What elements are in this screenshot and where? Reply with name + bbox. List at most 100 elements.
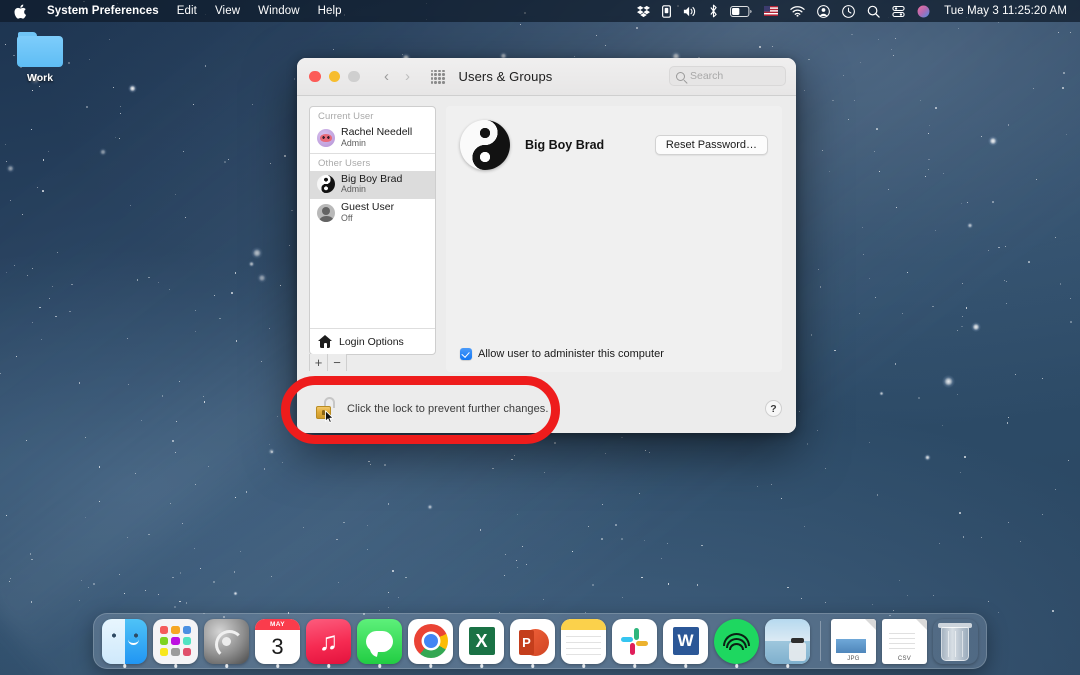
zoom-button[interactable] bbox=[348, 71, 360, 83]
dock-item-trash[interactable] bbox=[933, 619, 978, 664]
menu-item-window[interactable]: Window bbox=[249, 0, 309, 22]
word-icon: W bbox=[663, 619, 708, 664]
finder-icon bbox=[102, 619, 147, 664]
dock-item-slack[interactable] bbox=[612, 619, 657, 664]
desktop-item-label: Work bbox=[27, 72, 53, 84]
wifi-icon[interactable] bbox=[784, 0, 811, 22]
list-item-rachel-needell[interactable]: Rachel Needell Admin bbox=[310, 124, 435, 153]
slack-icon bbox=[612, 619, 657, 664]
dock-item-chrome[interactable] bbox=[408, 619, 453, 664]
search-input[interactable]: Search bbox=[669, 66, 786, 86]
running-indicator bbox=[327, 664, 331, 668]
dock-item-notes[interactable] bbox=[561, 619, 606, 664]
powerpoint-icon: P bbox=[510, 619, 555, 664]
dock-item-calendar[interactable]: MAY 3 bbox=[255, 619, 300, 664]
launchpad-icon bbox=[153, 619, 198, 664]
user-detail-pane: Big Boy Brad Reset Password… Allow user … bbox=[446, 106, 782, 372]
allow-administer-checkbox[interactable] bbox=[460, 348, 472, 360]
remove-user-button[interactable]: − bbox=[328, 354, 347, 371]
mouse-cursor-icon bbox=[325, 410, 334, 424]
dropbox-icon[interactable] bbox=[631, 0, 656, 22]
dock-item-word[interactable]: W bbox=[663, 619, 708, 664]
time-machine-icon[interactable] bbox=[836, 0, 861, 22]
help-button[interactable]: ? bbox=[765, 400, 782, 417]
allow-administer-checkbox-row[interactable]: Allow user to administer this computer bbox=[460, 348, 664, 360]
dock-item-jpg-file[interactable]: JPG bbox=[831, 619, 876, 664]
window-titlebar: ‹ › Users & Groups Search bbox=[297, 58, 796, 96]
input-flag-icon[interactable] bbox=[758, 0, 784, 22]
dock-divider bbox=[820, 621, 821, 661]
jpg-file-icon: JPG bbox=[831, 619, 876, 664]
navigation-arrows: ‹ › bbox=[378, 66, 417, 88]
running-indicator bbox=[225, 664, 229, 668]
reset-password-button[interactable]: Reset Password… bbox=[655, 135, 768, 155]
control-center-icon[interactable] bbox=[886, 0, 911, 22]
back-arrow-icon[interactable]: ‹ bbox=[378, 66, 396, 88]
menu-bar-status-tray: Tue May 3 11:25:20 AM bbox=[631, 0, 1080, 22]
siri-icon[interactable] bbox=[911, 0, 936, 22]
forward-arrow-icon[interactable]: › bbox=[399, 66, 417, 88]
avatar[interactable] bbox=[460, 120, 510, 170]
fast-user-switch-icon[interactable] bbox=[811, 0, 836, 22]
messages-icon bbox=[357, 619, 402, 664]
minimize-button[interactable] bbox=[329, 71, 341, 83]
calendar-month: MAY bbox=[255, 619, 300, 630]
file-label: CSV bbox=[882, 656, 927, 662]
running-indicator bbox=[633, 664, 637, 668]
bluetooth-icon[interactable] bbox=[703, 0, 724, 22]
sidebar-item-login-options[interactable]: Login Options bbox=[310, 328, 435, 354]
menu-item-edit[interactable]: Edit bbox=[168, 0, 206, 22]
avatar bbox=[317, 175, 335, 193]
group-header-other-users: Other Users bbox=[310, 154, 435, 171]
menu-bar-left: System Preferences Edit View Window Help bbox=[0, 0, 351, 22]
trash-icon bbox=[933, 619, 978, 664]
lock-button[interactable]: Click the lock to prevent further change… bbox=[315, 397, 548, 421]
battery-icon[interactable] bbox=[724, 0, 758, 22]
music-icon: ♫ bbox=[306, 619, 351, 664]
dock-item-system-preferences[interactable] bbox=[204, 619, 249, 664]
running-indicator bbox=[684, 664, 688, 668]
calendar-day: 3 bbox=[255, 630, 300, 664]
list-item-guest-user[interactable]: Guest User Off bbox=[310, 199, 435, 228]
volume-icon[interactable] bbox=[677, 0, 703, 22]
dock-item-csv-file[interactable]: CSV bbox=[882, 619, 927, 664]
dock-item-spotify[interactable] bbox=[714, 619, 759, 664]
close-button[interactable] bbox=[309, 71, 321, 83]
calendar-icon: MAY 3 bbox=[255, 619, 300, 664]
desktop-item-work[interactable]: Work bbox=[14, 32, 66, 84]
menu-bar-clock[interactable]: Tue May 3 11:25:20 AM bbox=[936, 5, 1071, 17]
user-role: Admin bbox=[341, 185, 402, 195]
photos-icon bbox=[765, 619, 810, 664]
dock-item-excel[interactable]: X bbox=[459, 619, 504, 664]
window-footer: Click the lock to prevent further change… bbox=[297, 384, 796, 433]
dock: MAY 3 ♫ X P bbox=[93, 613, 987, 669]
search-placeholder: Search bbox=[690, 70, 723, 82]
list-item-big-boy-brad[interactable]: Big Boy Brad Admin bbox=[310, 171, 435, 200]
show-all-preferences-icon[interactable] bbox=[431, 70, 445, 84]
home-icon bbox=[318, 335, 332, 348]
preferences-body: Current User Rachel Needell Admin Other … bbox=[297, 96, 796, 433]
menu-item-view[interactable]: View bbox=[206, 0, 249, 22]
search-icon bbox=[676, 72, 685, 81]
spotlight-search-icon[interactable] bbox=[861, 0, 886, 22]
dock-item-music[interactable]: ♫ bbox=[306, 619, 351, 664]
dock-item-launchpad[interactable] bbox=[153, 619, 198, 664]
running-indicator bbox=[735, 664, 739, 668]
running-indicator bbox=[123, 664, 127, 668]
menu-item-system-preferences[interactable]: System Preferences bbox=[38, 0, 168, 22]
dock-item-messages[interactable] bbox=[357, 619, 402, 664]
window-title: Users & Groups bbox=[459, 69, 553, 84]
add-user-button[interactable]: + bbox=[309, 354, 328, 371]
display-icon[interactable] bbox=[656, 0, 677, 22]
running-indicator bbox=[582, 664, 586, 668]
dock-item-powerpoint[interactable]: P bbox=[510, 619, 555, 664]
dock-item-finder[interactable] bbox=[102, 619, 147, 664]
user-list: Current User Rachel Needell Admin Other … bbox=[309, 106, 436, 355]
user-list-toolbar: + − bbox=[309, 354, 436, 371]
dock-item-photos[interactable] bbox=[765, 619, 810, 664]
apple-logo-icon[interactable] bbox=[9, 0, 38, 22]
word-letter: W bbox=[673, 627, 699, 655]
menu-item-help[interactable]: Help bbox=[309, 0, 351, 22]
running-indicator bbox=[531, 664, 535, 668]
running-indicator bbox=[786, 664, 790, 668]
